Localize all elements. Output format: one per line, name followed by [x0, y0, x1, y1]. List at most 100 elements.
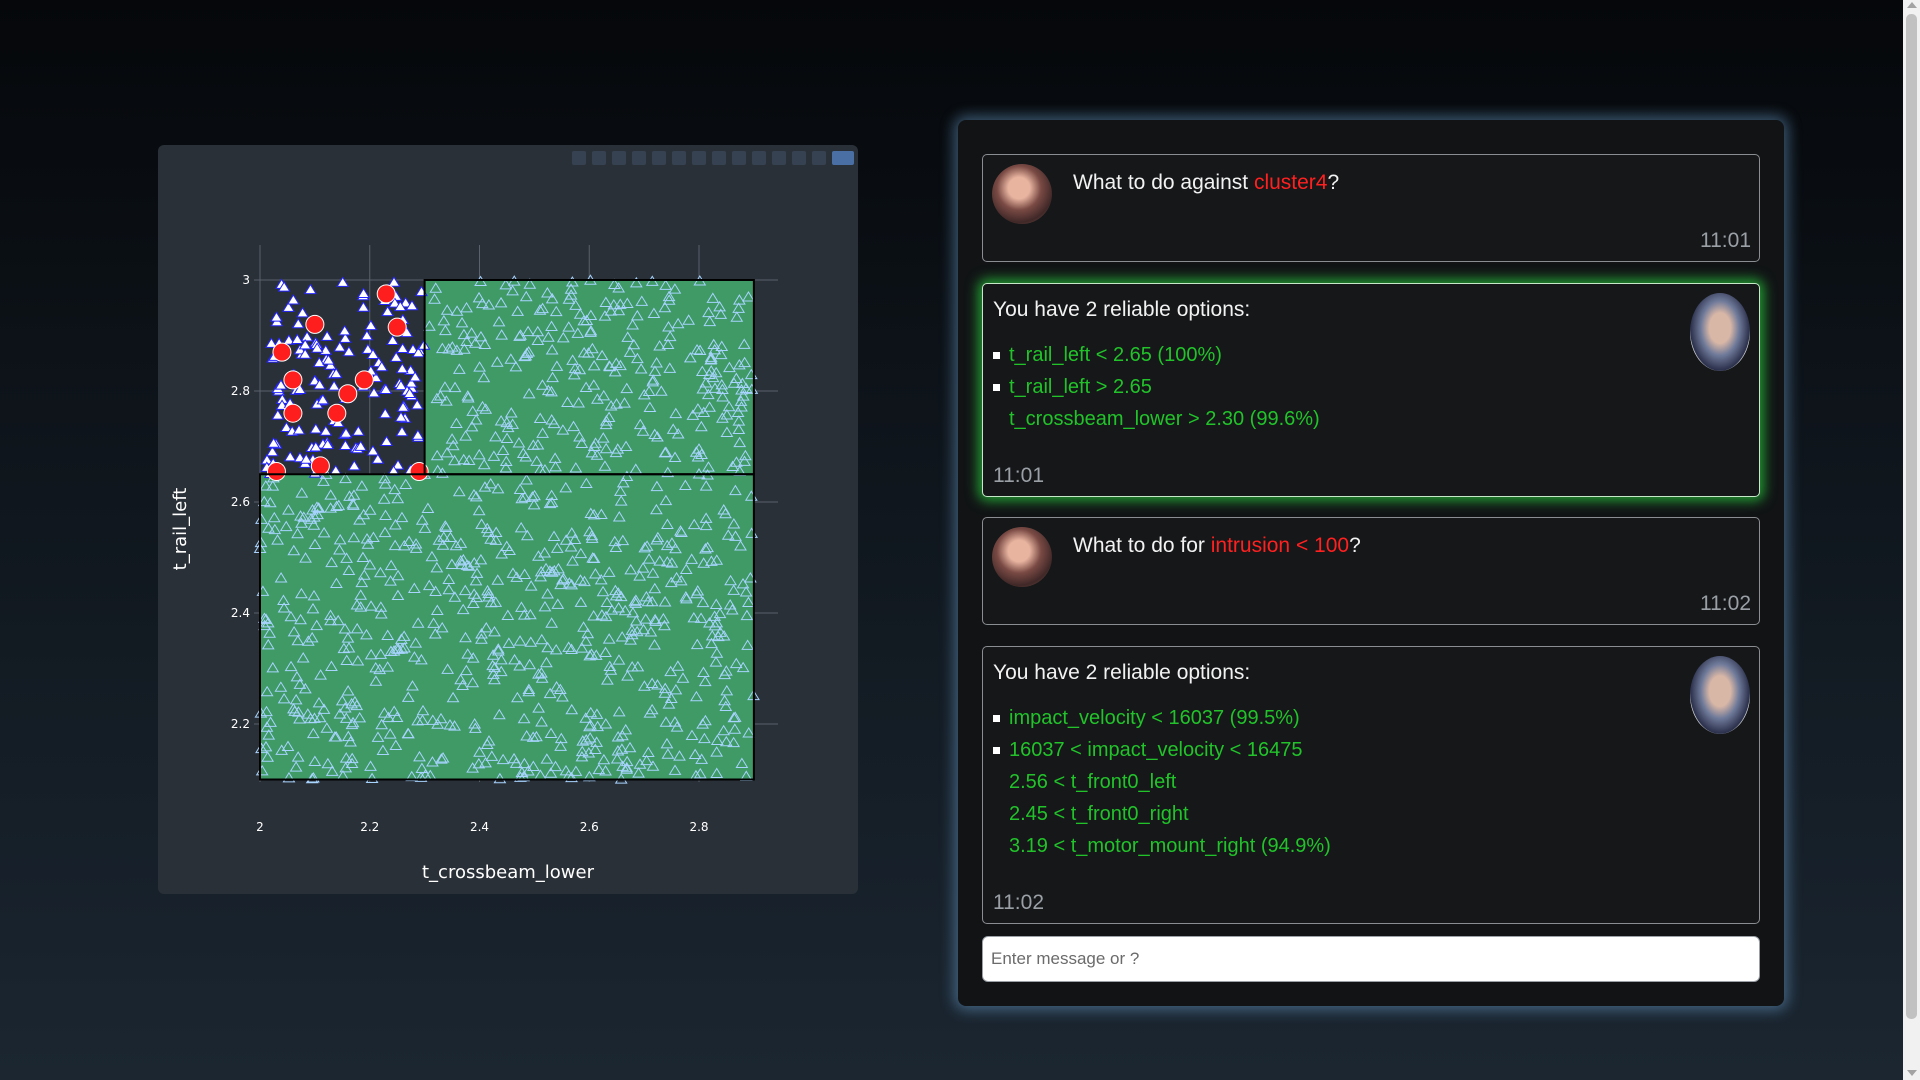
message-time: 11:01 — [993, 464, 1044, 487]
triangle-point — [357, 301, 370, 312]
triangle-point — [291, 317, 305, 329]
bot-avatar — [1690, 293, 1750, 371]
chat-message-user: What to do against cluster4? 11:01 — [982, 154, 1760, 262]
message-text-end: ? — [1327, 171, 1340, 194]
option-item: 3.19 < t_motor_mount_right (94.9%) — [1009, 835, 1331, 857]
y-tick-label: 2.4 — [231, 606, 250, 620]
circle-point — [310, 456, 330, 476]
user-avatar — [992, 527, 1052, 587]
triangle-point — [411, 429, 425, 440]
scroll-down-arrow-icon[interactable] — [1907, 1070, 1917, 1076]
circle-points — [266, 284, 429, 481]
x-tick-label: 2.4 — [470, 820, 489, 834]
user-message-text: What to do for intrusion < 100? — [1073, 534, 1361, 558]
triangle-point — [292, 424, 306, 435]
option-item: 2.45 < t_front0_right — [1009, 803, 1189, 825]
option-item: impact_velocity < 16037 (99.5%) — [993, 702, 1331, 734]
triangle-point — [336, 276, 350, 287]
x-tick-label: 2.6 — [580, 820, 599, 834]
triangle-point — [290, 333, 304, 344]
triangle-point — [386, 334, 400, 346]
option-item: 2.56 < t_front0_left — [1009, 771, 1177, 793]
circle-point — [354, 370, 374, 390]
triangle-point — [338, 439, 352, 451]
triangle-point — [380, 435, 393, 446]
bot-message-title: You have 2 reliable options: — [993, 298, 1251, 321]
triangle-point — [378, 407, 392, 419]
triangle-point — [304, 283, 317, 295]
circle-point — [338, 384, 358, 404]
triangle-point — [357, 287, 370, 299]
message-highlight: cluster4 — [1253, 171, 1328, 194]
option-item: t_rail_left < 2.65 (100%) — [993, 339, 1320, 371]
bot-avatar — [1690, 656, 1750, 734]
triangle-point — [320, 330, 334, 341]
circle-point — [266, 461, 286, 481]
scroll-up-arrow-icon[interactable] — [1907, 2, 1917, 8]
options-list: impact_velocity < 16037 (99.5%) 16037 < … — [993, 702, 1331, 862]
triangle-point — [347, 459, 361, 471]
message-text: What to do against — [1073, 171, 1254, 194]
chat-message-bot: You have 2 reliable options: t_rail_left… — [982, 283, 1760, 497]
y-tick-label: 2.2 — [231, 717, 250, 731]
user-message-text: What to do against cluster4? — [1073, 171, 1339, 195]
page-scrollbar[interactable] — [1903, 0, 1920, 1080]
triangle-point — [333, 341, 347, 352]
triangle-point — [270, 311, 283, 322]
y-tick-label: 2.8 — [231, 384, 250, 398]
options-list: t_rail_left < 2.65 (100%) t_rail_left > … — [993, 339, 1320, 435]
triangle-point — [395, 425, 409, 437]
x-tick-label: 2.2 — [360, 820, 379, 834]
triangle-point — [381, 305, 395, 317]
triangle-point — [286, 294, 300, 305]
triangle-point — [371, 453, 385, 464]
triangle-point — [300, 330, 314, 342]
triangle-point — [319, 344, 333, 355]
triangle-point — [364, 319, 378, 331]
circle-point — [283, 370, 303, 390]
message-time: 11:02 — [993, 891, 1044, 914]
scatter-plot-svg[interactable]: 2 2.2 2.4 2.6 2.8 2.2 2.4 2.6 2.8 3 t_crossbeam_l… — [158, 145, 858, 894]
option-item: t_crossbeam_lower > 2.30 (99.6%) — [1009, 408, 1320, 430]
chat-message-user: What to do for intrusion < 100? 11:02 — [982, 517, 1760, 625]
message-text-end: ? — [1349, 534, 1361, 557]
triangle-point — [327, 380, 341, 391]
message-input[interactable] — [982, 936, 1760, 982]
circle-point — [305, 314, 325, 334]
message-text: What to do for — [1073, 534, 1211, 557]
circle-point — [283, 403, 303, 423]
chat-message-bot: You have 2 reliable options: impact_velo… — [982, 646, 1760, 924]
triangle-point — [395, 362, 409, 374]
triangle-point — [338, 324, 352, 336]
circle-point — [327, 403, 347, 423]
circle-point — [272, 342, 292, 362]
triangle-point — [410, 398, 424, 410]
triangle-point — [296, 306, 309, 318]
message-time: 11:01 — [1700, 229, 1751, 252]
message-highlight: intrusion < 100 — [1210, 534, 1350, 557]
x-tick-label: 2 — [256, 820, 264, 834]
triangle-point — [309, 423, 323, 434]
scatter-plot-panel[interactable]: 2 2.2 2.4 2.6 2.8 2.2 2.4 2.6 2.8 3 t_crossbeam_l… — [158, 145, 858, 894]
user-avatar — [992, 164, 1052, 224]
option-item: 16037 < impact_velocity < 16475 — [993, 734, 1331, 766]
y-axis-title: t_rail_left — [170, 488, 191, 571]
triangle-point — [271, 409, 285, 420]
triangle-point — [319, 425, 333, 436]
triangle-point — [351, 425, 365, 436]
message-time: 11:02 — [1700, 592, 1751, 615]
y-tick-label: 2.6 — [231, 495, 250, 509]
scrollbar-thumb[interactable] — [1906, 14, 1917, 1019]
x-axis-title: t_crossbeam_lower — [422, 862, 595, 883]
x-tick-label: 2.8 — [689, 820, 708, 834]
triangle-point — [366, 445, 380, 456]
triangle-point — [387, 276, 401, 287]
bot-message-title: You have 2 reliable options: — [993, 661, 1251, 684]
triangle-point — [283, 450, 297, 462]
triangle-point — [389, 351, 403, 362]
triangle-point — [360, 329, 374, 341]
circle-point — [387, 317, 407, 337]
chat-panel: What to do against cluster4? 11:01 You h… — [958, 120, 1784, 1006]
circle-point — [376, 284, 396, 304]
y-tick-label: 3 — [242, 273, 250, 287]
